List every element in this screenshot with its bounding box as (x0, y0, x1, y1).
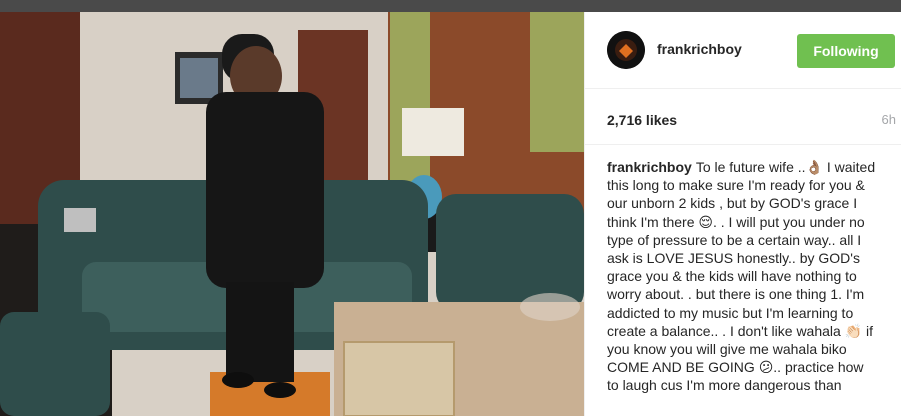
post-time[interactable]: 6h (882, 112, 896, 127)
likes-count[interactable]: 2,716 likes (607, 112, 677, 128)
following-button[interactable]: Following (797, 34, 895, 68)
caption-text: To le future wife ..👌🏽 I waited this lon… (607, 159, 876, 394)
post-header: frankrichboy Following (585, 12, 901, 89)
post-caption: frankrichboy To le future wife ..👌🏽 I wai… (607, 158, 877, 395)
top-strip (0, 0, 901, 12)
username-link[interactable]: frankrichboy (657, 41, 742, 57)
profile-avatar-icon[interactable] (607, 31, 645, 69)
post-sidebar: frankrichboy Following 2,716 likes 6h fr… (584, 12, 901, 416)
post-stats: 2,716 likes 6h (585, 88, 901, 145)
post-photo[interactable] (0, 12, 584, 416)
living-room-scene (0, 12, 584, 416)
caption-username[interactable]: frankrichboy (607, 159, 692, 175)
